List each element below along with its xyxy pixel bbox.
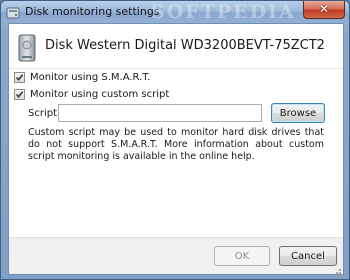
disk-monitoring-settings-window: Disk monitoring settings SOFTPEDIA ✕ Dis…	[0, 0, 350, 280]
disk-title: Disk Western Digital WD3200BEVT-75ZCT2	[45, 38, 325, 53]
header-divider	[9, 68, 343, 69]
script-path-input[interactable]	[58, 104, 262, 122]
smart-option[interactable]: Monitor using S.M.A.R.T.	[14, 70, 150, 84]
checkmark-icon	[15, 73, 24, 81]
help-text: Custom script may be used to monitor har…	[28, 127, 324, 162]
hard-disk-icon	[18, 34, 36, 62]
cancel-button[interactable]: Cancel	[279, 246, 337, 266]
smart-label: Monitor using S.M.A.R.T.	[30, 71, 151, 83]
close-icon: ✕	[318, 2, 330, 16]
watermark: SOFTPEDIA	[151, 1, 296, 23]
smart-checkbox[interactable]	[14, 71, 25, 83]
resize-grip-icon[interactable]	[332, 263, 342, 277]
custom-script-checkbox[interactable]	[14, 88, 25, 100]
title-bar[interactable]: Disk monitoring settings SOFTPEDIA ✕	[1, 1, 349, 23]
script-label: Script:	[28, 108, 61, 119]
app-icon	[6, 5, 20, 19]
ok-button[interactable]: OK	[214, 246, 270, 266]
custom-script-label: Monitor using custom script	[30, 88, 170, 100]
custom-script-option[interactable]: Monitor using custom script	[14, 87, 169, 101]
dialog-footer: OK Cancel	[9, 237, 343, 277]
checkmark-icon	[15, 90, 24, 98]
close-button[interactable]: ✕	[303, 1, 345, 19]
dialog-body: Disk Western Digital WD3200BEVT-75ZCT2 M…	[8, 23, 344, 277]
window-title: Disk monitoring settings	[25, 5, 160, 18]
browse-button[interactable]: Browse	[271, 103, 325, 123]
